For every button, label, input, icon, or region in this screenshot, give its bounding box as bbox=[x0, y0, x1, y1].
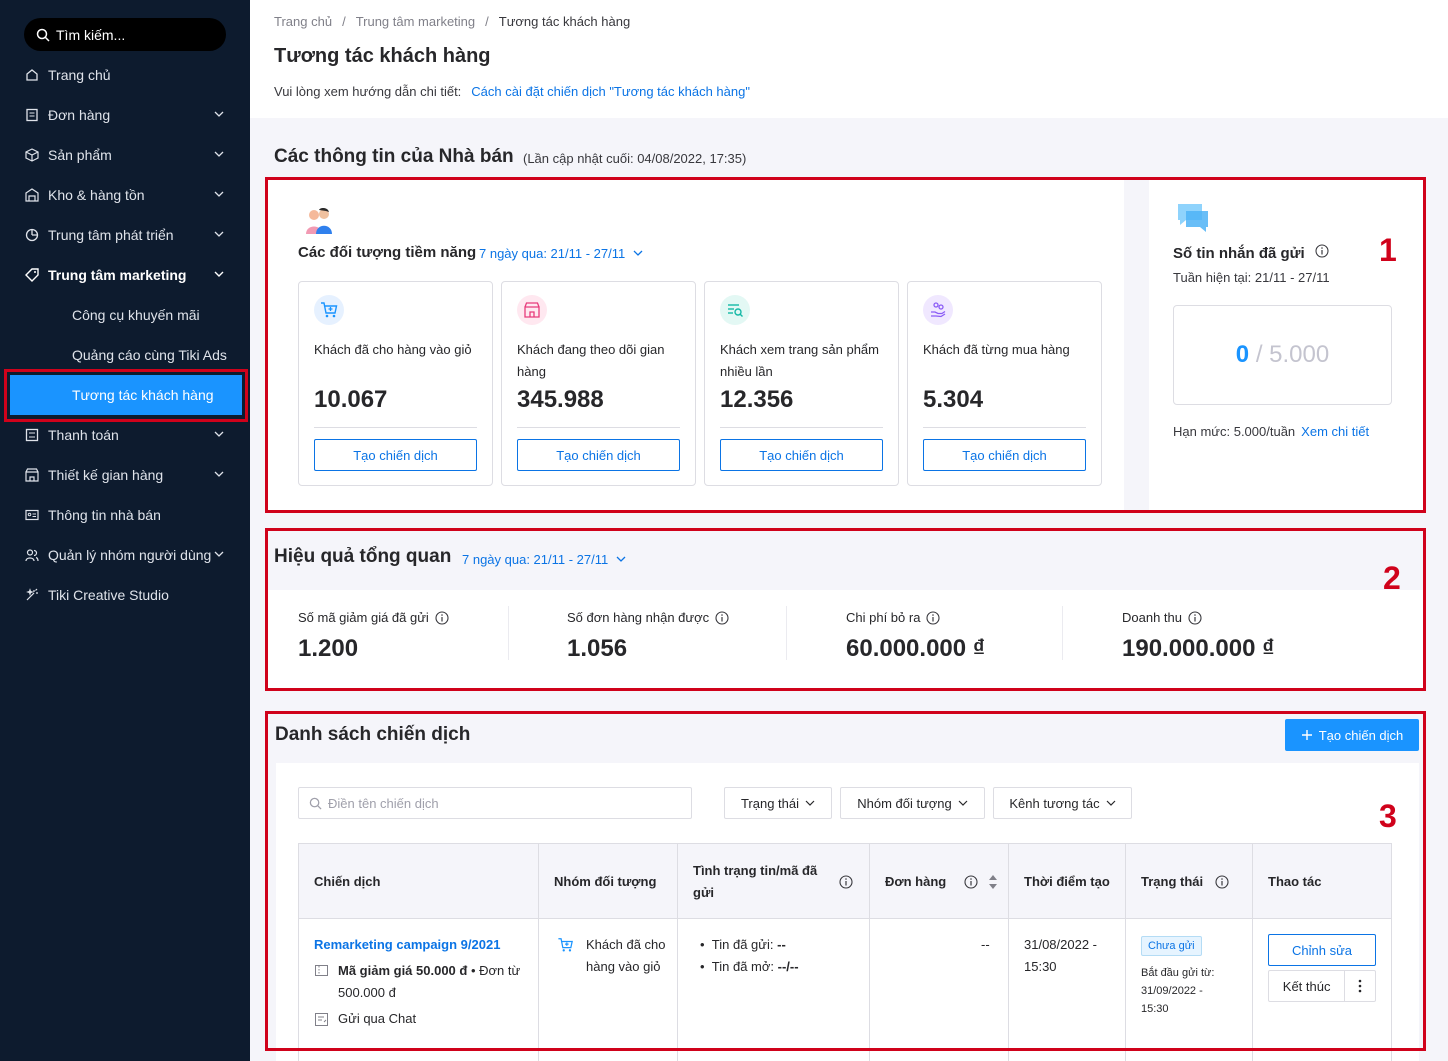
highlight-box-3 bbox=[265, 711, 1426, 1051]
sidebar-search-label: Tìm kiếm... bbox=[56, 26, 126, 43]
sidebar-item-promotion-tools[interactable]: Công cụ khuyến mãi bbox=[0, 295, 250, 335]
sidebar-item-marketing[interactable]: Trung tâm marketing bbox=[0, 255, 250, 295]
sidebar-item-user-groups[interactable]: Quản lý nhóm người dùng bbox=[0, 535, 250, 575]
sidebar-item-label: Kho & hàng tồn bbox=[48, 187, 145, 203]
sidebar-item-label: Thiết kế gian hàng bbox=[48, 467, 164, 483]
pie-chart-icon bbox=[24, 227, 40, 243]
breadcrumb-current: Tương tác khách hàng bbox=[498, 14, 631, 29]
sidebar-item-inventory[interactable]: Kho & hàng tồn bbox=[0, 175, 250, 215]
sidebar-item-payment[interactable]: Thanh toán bbox=[0, 415, 250, 455]
users-icon bbox=[24, 547, 40, 563]
sidebar-search[interactable]: Tìm kiếm... bbox=[24, 18, 226, 51]
chevron-down-icon bbox=[214, 551, 224, 557]
store-icon bbox=[24, 467, 40, 483]
chevron-down-icon bbox=[214, 151, 224, 157]
sidebar-item-home[interactable]: Trang chủ bbox=[0, 55, 250, 95]
sidebar-item-label: Tiki Creative Studio bbox=[48, 587, 169, 603]
sidebar-item-label: Quảng cáo cùng Tiki Ads bbox=[72, 347, 227, 363]
tag-icon bbox=[24, 267, 40, 283]
sidebar-item-label: Đơn hàng bbox=[48, 107, 111, 123]
sparkle-icon bbox=[24, 587, 40, 603]
breadcrumb: Trang chủ / Trung tâm marketing / Tương tác … bbox=[274, 14, 631, 29]
sidebar-item-seller-info[interactable]: Thông tin nhà bán bbox=[0, 495, 250, 535]
sidebar-item-creative-studio[interactable]: Tiki Creative Studio bbox=[0, 575, 250, 615]
breadcrumb-marketing[interactable]: Trung tâm marketing bbox=[356, 14, 475, 29]
sidebar-item-label: Trung tâm marketing bbox=[48, 267, 187, 283]
seller-info-updated: (Lần cập nhật cuối: 04/08/2022, 17:35) bbox=[523, 151, 747, 166]
sidebar-item-label: Thông tin nhà bán bbox=[48, 507, 161, 523]
breadcrumb-home[interactable]: Trang chủ bbox=[274, 14, 332, 29]
sidebar: Tìm kiếm... Trang chủ Đơn hàng Sản phẩm … bbox=[0, 0, 250, 1061]
search-icon bbox=[36, 28, 50, 42]
sidebar-item-label: Công cụ khuyến mãi bbox=[72, 307, 200, 323]
sidebar-item-label: Sản phẩm bbox=[48, 147, 112, 163]
chevron-down-icon bbox=[214, 431, 224, 437]
sidebar-item-label: Thanh toán bbox=[48, 427, 119, 443]
chevron-down-icon bbox=[214, 471, 224, 477]
chevron-down-icon bbox=[214, 191, 224, 197]
guide-text: Vui lòng xem hướng dẫn chi tiết: Cách cài… bbox=[274, 84, 750, 99]
annotation-number-2: 2 bbox=[1383, 560, 1401, 596]
home-icon bbox=[24, 67, 40, 83]
sidebar-item-products[interactable]: Sản phẩm bbox=[0, 135, 250, 175]
chevron-down-icon bbox=[214, 111, 224, 117]
order-icon bbox=[24, 107, 40, 123]
invoice-icon bbox=[24, 427, 40, 443]
page-header: Trang chủ / Trung tâm marketing / Tương tác … bbox=[250, 0, 1448, 118]
sidebar-item-growth[interactable]: Trung tâm phát triển bbox=[0, 215, 250, 255]
highlight-box-1 bbox=[265, 177, 1426, 513]
seller-info-title: Các thông tin của Nhà bán bbox=[274, 146, 514, 167]
id-card-icon bbox=[24, 507, 40, 523]
chevron-down-icon bbox=[214, 231, 224, 237]
highlight-box-2 bbox=[265, 528, 1426, 691]
sidebar-item-label: Quản lý nhóm người dùng bbox=[48, 547, 212, 563]
page-title: Tương tác khách hàng bbox=[274, 45, 491, 67]
sidebar-item-label: Trang chủ bbox=[48, 67, 111, 83]
sidebar-item-label: Trung tâm phát triển bbox=[48, 227, 174, 243]
sidebar-item-store-design[interactable]: Thiết kế gian hàng bbox=[0, 455, 250, 495]
guide-label: Vui lòng xem hướng dẫn chi tiết: bbox=[274, 84, 462, 99]
sidebar-item-orders[interactable]: Đơn hàng bbox=[0, 95, 250, 135]
annotation-number-3: 3 bbox=[1379, 798, 1397, 834]
guide-link[interactable]: Cách cài đặt chiến dịch "Tương tác khách… bbox=[471, 84, 750, 99]
chevron-down-icon bbox=[214, 271, 224, 277]
box-icon bbox=[24, 147, 40, 163]
warehouse-icon bbox=[24, 187, 40, 203]
annotation-number-1: 1 bbox=[1379, 232, 1397, 268]
